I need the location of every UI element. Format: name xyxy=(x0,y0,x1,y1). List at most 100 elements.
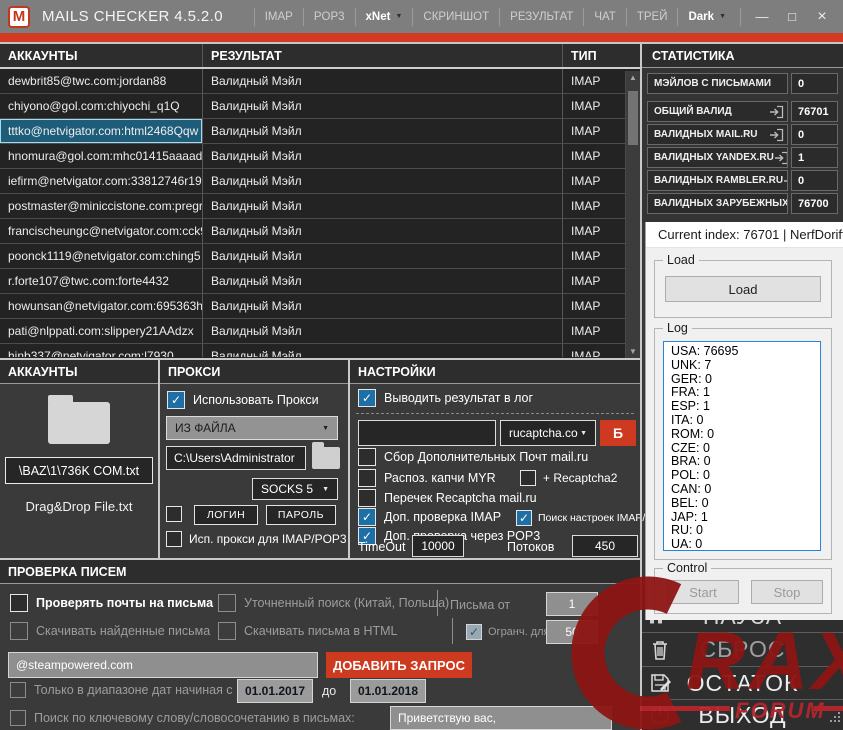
menu-item[interactable]: РЕЗУЛЬТАТ ▼ xyxy=(499,8,583,26)
log-groupbox: Log USA: 76695UNK: 7GER: 0FRA: 1ESP: 1IT… xyxy=(654,328,832,560)
date-range-checkbox[interactable] xyxy=(10,682,26,698)
recheck-recaptcha-checkbox[interactable] xyxy=(358,489,376,507)
column-header-accounts[interactable]: АККАУНТЫ xyxy=(0,44,203,67)
pop3-limit-input[interactable]: 50 xyxy=(546,620,598,644)
proxy-folder-button[interactable] xyxy=(312,447,340,469)
extra-imap-label: Доп. проверка IMAP xyxy=(384,510,501,524)
table-scrollbar[interactable]: ▲ ▼ xyxy=(625,71,640,358)
table-row[interactable]: dewbrit85@twc.com:jordan88 Валидный Мэйл… xyxy=(0,69,640,94)
letters-from-input[interactable]: 1 xyxy=(546,592,598,616)
load-groupbox: Load Load xyxy=(654,260,832,318)
maximize-button[interactable]: □ xyxy=(777,8,807,26)
accounts-file-path[interactable]: \BAZ\1\736K COM.txt xyxy=(5,457,153,484)
index-window-titlebar: Current index: 76701 | NerfDoriftar xyxy=(646,222,843,248)
pop3-limit-checkbox[interactable] xyxy=(466,624,482,640)
proxy-panel: ПРОКСИ Использовать Прокси ИЗ ФАЙЛА ▼ C:… xyxy=(158,360,348,558)
check-mails-checkbox[interactable] xyxy=(10,594,28,612)
chevron-down-icon: ▼ xyxy=(322,486,329,493)
resize-grip[interactable] xyxy=(828,710,841,728)
table-row[interactable]: chiyono@gol.com:chiyochi_q1Q Валидный Мэ… xyxy=(0,94,640,119)
export-icon[interactable] xyxy=(769,105,784,119)
column-header-result[interactable]: РЕЗУЛЬТАТ xyxy=(203,44,563,67)
threads-input[interactable]: 450 xyxy=(572,535,638,557)
divider xyxy=(452,618,453,644)
menu-item[interactable]: xNet ▼ xyxy=(355,8,413,26)
log-output-checkbox[interactable] xyxy=(358,389,376,407)
table-row[interactable]: tttko@netvigator.com:html2468Qqw Валидны… xyxy=(0,119,640,144)
reset-button[interactable]: СБРОС xyxy=(642,633,843,667)
date-from-input[interactable]: 01.01.2017 xyxy=(237,679,313,703)
rest-button[interactable]: ОСТАТОК xyxy=(642,667,843,700)
letters-from-label: Письма от xyxy=(450,598,510,612)
column-header-type[interactable]: ТИП xyxy=(563,44,625,67)
table-row[interactable]: postmaster@miniccistone.com:pregr Валидн… xyxy=(0,194,640,219)
table-row[interactable]: iefirm@netvigator.com:33812746r19 Валидн… xyxy=(0,169,640,194)
log-line: POL: 0 xyxy=(671,469,820,483)
table-row[interactable]: r.forte107@twc.com:forte4432 Валидный Мэ… xyxy=(0,269,640,294)
table-row[interactable]: francischeungc@netvigator.com:cck9 Валид… xyxy=(0,219,640,244)
table-row[interactable]: pati@nlppati.com:slippery21AAdzx Валидны… xyxy=(0,319,640,344)
stat-row: ВАЛИДНЫХ MAIL.RU 0 xyxy=(647,124,838,145)
proxy-source-select[interactable]: ИЗ ФАЙЛА ▼ xyxy=(166,416,338,440)
myr-captcha-checkbox[interactable] xyxy=(358,469,376,487)
balance-button[interactable]: Б xyxy=(600,420,636,446)
folder-icon[interactable] xyxy=(48,402,110,444)
statistics-header: СТАТИСТИКА xyxy=(642,44,843,68)
table-row[interactable]: hinb337@netvigator.com:l7930 Валидный Мэ… xyxy=(0,344,640,357)
export-icon[interactable] xyxy=(783,174,788,188)
chevron-down-icon: ▼ xyxy=(322,425,329,432)
menu-item[interactable]: IMAP ▼ xyxy=(254,8,303,26)
menu-item[interactable]: СКРИНШОТ ▼ xyxy=(412,8,499,26)
login-pass-checkbox[interactable] xyxy=(166,506,182,522)
recaptcha2-checkbox[interactable] xyxy=(520,470,536,486)
menu-item[interactable]: POP3 ▼ xyxy=(303,8,355,26)
proxy-imap-pop3-checkbox[interactable] xyxy=(166,531,182,547)
password-button[interactable]: ПАРОЛЬ xyxy=(266,505,336,525)
add-query-button[interactable]: ДОБАВИТЬ ЗАПРОС xyxy=(326,652,472,678)
menu-item[interactable]: ЧАТ ▼ xyxy=(583,8,625,26)
extra-imap-checkbox[interactable] xyxy=(358,508,376,526)
timeout-input[interactable]: 10000 xyxy=(412,535,464,557)
scrollbar-thumb[interactable] xyxy=(628,91,638,145)
start-button[interactable]: Start xyxy=(667,580,739,604)
exit-button[interactable]: ВЫХОД xyxy=(642,700,843,730)
table-row[interactable]: hnomura@gol.com:mhc01415aaaad Валидный М… xyxy=(0,144,640,169)
stop-button[interactable]: Stop xyxy=(751,580,823,604)
imap-pop-settings-checkbox[interactable] xyxy=(516,510,532,526)
stat-row: ВАЛИДНЫХ ЗАРУБЕЖНЫХ 76700 xyxy=(647,193,838,214)
table-row[interactable]: poonck1119@netvigator.com:ching5 Валидны… xyxy=(0,244,640,269)
log-textarea[interactable]: USA: 76695UNK: 7GER: 0FRA: 1ESP: 1ITA: 0… xyxy=(663,341,821,551)
close-button[interactable]: × xyxy=(807,8,837,26)
download-found-checkbox[interactable] xyxy=(10,622,28,640)
captcha-key-input[interactable] xyxy=(358,420,496,446)
index-window-title: Current index: 76701 | NerfDoriftar xyxy=(658,227,843,242)
table-header: АККАУНТЫ РЕЗУЛЬТАТ ТИП xyxy=(0,44,640,69)
use-proxy-checkbox[interactable] xyxy=(167,391,185,409)
log-line: UA: 0 xyxy=(671,538,820,551)
scroll-up-icon[interactable]: ▲ xyxy=(626,71,640,84)
load-button[interactable]: Load xyxy=(665,276,821,302)
scroll-down-icon[interactable]: ▼ xyxy=(626,345,640,358)
export-icon[interactable] xyxy=(769,128,784,142)
download-html-checkbox[interactable] xyxy=(218,622,236,640)
proxy-path-input[interactable]: C:\Users\Administrator xyxy=(166,446,306,470)
collect-extra-checkbox[interactable] xyxy=(358,448,376,466)
download-found-label: Скачивать найденные письма xyxy=(36,624,210,638)
export-icon[interactable] xyxy=(774,151,788,165)
keyword-checkbox[interactable] xyxy=(10,710,26,726)
captcha-service-select[interactable]: rucaptcha.co ▼ xyxy=(500,420,596,446)
menu-item[interactable]: ТРЕЙ ▼ xyxy=(626,8,678,26)
table-row[interactable]: howunsan@netvigator.com:695363h Валидный… xyxy=(0,294,640,319)
minimize-button[interactable]: — xyxy=(747,8,777,26)
menu-item[interactable]: Dark ▼ xyxy=(677,8,736,26)
stat-row: ОБЩИЙ ВАЛИД 76701 xyxy=(647,101,838,122)
results-table: АККАУНТЫ РЕЗУЛЬТАТ ТИП dewbrit85@twc.com… xyxy=(0,44,640,358)
query-input[interactable]: @steampowered.com xyxy=(8,652,318,678)
log-line: ITA: 0 xyxy=(671,414,820,428)
socks-select[interactable]: SOCKS 5 ▼ xyxy=(252,478,338,500)
keyword-input[interactable]: Приветствую вас, xyxy=(390,706,612,730)
date-to-input[interactable]: 01.01.2018 xyxy=(350,679,426,703)
refined-search-checkbox[interactable] xyxy=(218,594,236,612)
log-line: CZE: 0 xyxy=(671,442,820,456)
login-button[interactable]: ЛОГИН xyxy=(194,505,258,525)
